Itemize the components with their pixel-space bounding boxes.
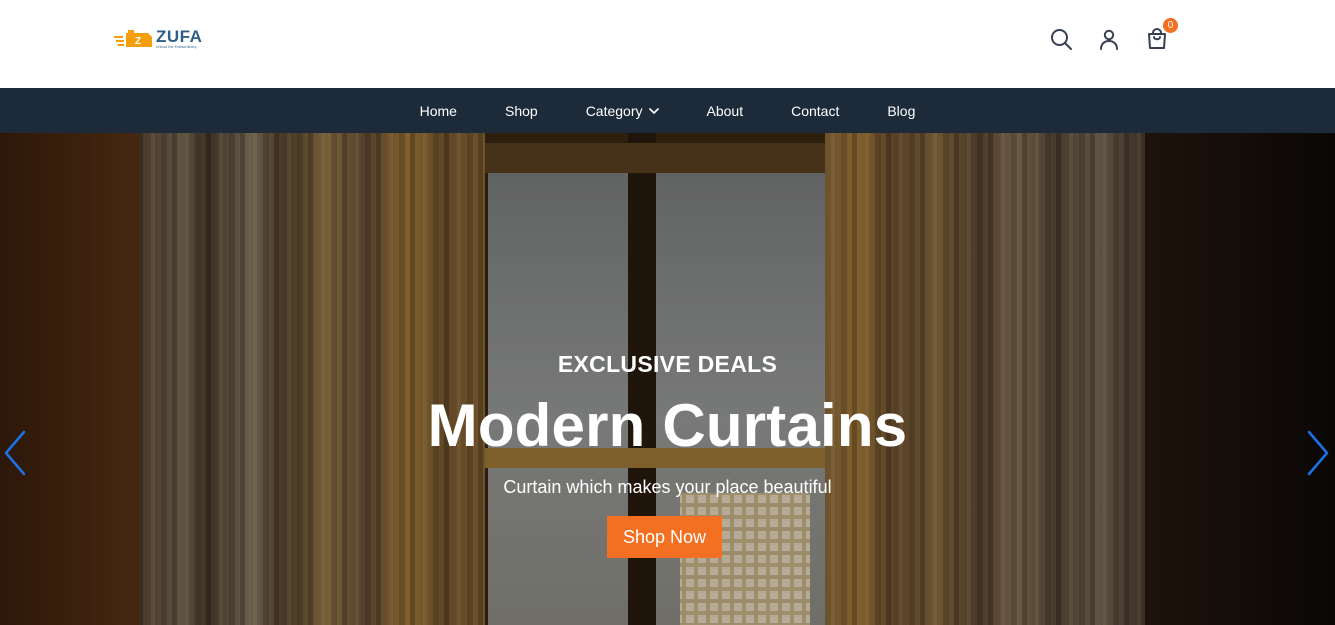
nav-item-home[interactable]: Home <box>420 103 457 119</box>
slider-next-button[interactable] <box>1303 428 1333 478</box>
nav-item-contact[interactable]: Contact <box>791 103 839 119</box>
logo-mark-icon: Z <box>114 28 154 50</box>
brand-tagline: Unlock the Extraordinary <box>156 45 197 50</box>
nav-item-category[interactable]: Category <box>586 103 659 119</box>
nav-item-shop[interactable]: Shop <box>505 103 538 119</box>
hero-subtitle: Curtain which makes your place beautiful <box>503 477 832 497</box>
hero-content: EXCLUSIVE DEALS Modern Curtains Curtain … <box>0 133 1335 625</box>
chevron-left-icon <box>4 430 26 476</box>
search-icon[interactable] <box>1048 26 1074 52</box>
site-header: Z ZUFA Unlock the Extraordinary 0 <box>0 0 1335 88</box>
nav-label: Shop <box>504 102 538 119</box>
user-icon[interactable] <box>1096 26 1122 52</box>
hero-eyebrow: EXCLUSIVE DEALS <box>557 351 778 377</box>
cart-count-badge: 0 <box>1163 18 1178 33</box>
main-nav: Home Shop Category About Contact Blog <box>0 88 1335 133</box>
nav-item-about[interactable]: About <box>707 103 744 119</box>
shop-now-button[interactable]: Shop Now <box>607 516 722 558</box>
cart-button[interactable]: 0 <box>1144 18 1178 52</box>
nav-label: Home <box>419 102 457 119</box>
logo[interactable]: Z ZUFA Unlock the Extraordinary <box>114 28 202 50</box>
brand-name: ZUFA <box>156 27 203 47</box>
chevron-right-icon <box>1307 430 1329 476</box>
hero-slider: EXCLUSIVE DEALS Modern Curtains Curtain … <box>0 133 1335 625</box>
hero-title: Modern Curtains <box>427 392 908 459</box>
header-actions: 0 <box>1048 18 1178 52</box>
nav-label: Blog <box>887 102 916 119</box>
nav-label: Contact <box>791 102 840 119</box>
svg-text:Z: Z <box>135 36 141 47</box>
nav-label: Category <box>585 102 643 119</box>
nav-item-blog[interactable]: Blog <box>887 103 915 119</box>
chevron-down-icon <box>648 107 659 114</box>
nav-label: About <box>706 102 744 119</box>
slider-prev-button[interactable] <box>0 428 30 478</box>
